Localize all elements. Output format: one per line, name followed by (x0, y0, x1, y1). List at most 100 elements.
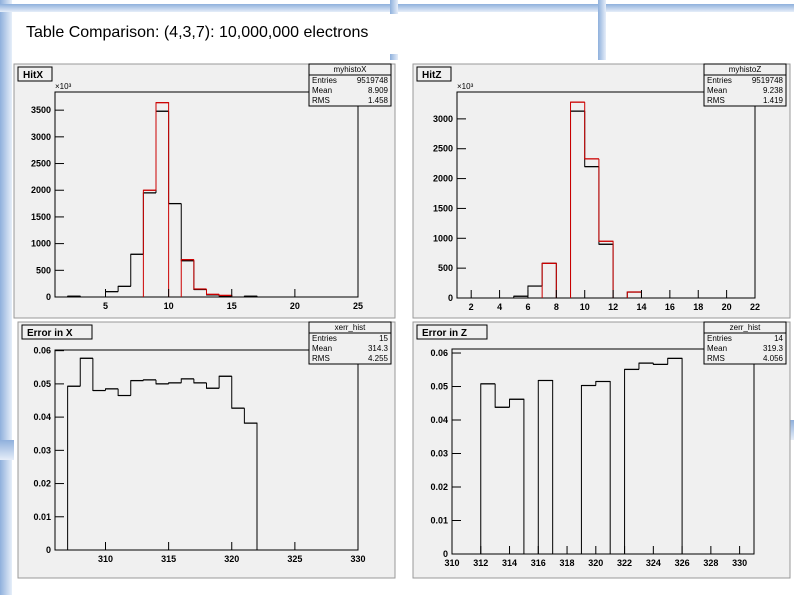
stats-value: 9519748 (357, 76, 389, 85)
x-tick-label: 310 (444, 558, 459, 568)
axis-multiplier: ×10³ (55, 82, 72, 91)
y-tick-label: 0.05 (430, 382, 448, 392)
stats-value: 4.056 (763, 354, 784, 363)
x-tick-label: 324 (646, 558, 661, 568)
histogram-title: Error in Z (422, 328, 467, 339)
y-tick-label: 500 (438, 263, 453, 273)
y-tick-label: 1500 (433, 203, 453, 213)
x-tick-label: 326 (675, 558, 690, 568)
y-tick-label: 2500 (31, 159, 51, 169)
x-tick-label: 20 (722, 302, 732, 312)
x-tick-label: 322 (617, 558, 632, 568)
histogram-title: HitX (23, 70, 43, 81)
stats-value: 314.3 (368, 344, 389, 353)
y-tick-label: 0.03 (33, 445, 51, 455)
axis-multiplier: ×10³ (457, 82, 474, 91)
y-tick-label: 2500 (433, 144, 453, 154)
histogram-panel-0: 5 10 15 20 25 0 500 1000 1500 2000 2500 3000 3500 ×10… (13, 63, 396, 319)
y-tick-label: 3500 (31, 105, 51, 115)
stats-label: Entries (707, 334, 732, 343)
x-tick-label: 2 (469, 302, 474, 312)
histogram-panel-2: 310 315 320 325 330 0 0.01 0.02 0.03 0.04 0.05 0.06… (17, 321, 396, 579)
y-tick-label: 0.06 (33, 346, 51, 356)
stats-label: Entries (312, 334, 337, 343)
y-tick-label: 0 (46, 545, 51, 555)
y-tick-label: 1000 (31, 239, 51, 249)
x-tick-label: 330 (350, 554, 365, 564)
stats-value: 4.255 (368, 354, 389, 363)
x-tick-label: 20 (290, 301, 300, 311)
y-tick-label: 0 (448, 293, 453, 303)
x-tick-label: 25 (353, 301, 363, 311)
x-tick-label: 312 (473, 558, 488, 568)
stats-label: Mean (707, 86, 727, 95)
histogram-title: Error in X (27, 328, 73, 339)
x-tick-label: 16 (665, 302, 675, 312)
plot-frame (456, 91, 756, 299)
histogram-title: HitZ (422, 70, 441, 81)
stats-value: 9519748 (752, 76, 784, 85)
y-tick-label: 0.03 (430, 449, 448, 459)
x-tick-label: 314 (502, 558, 517, 568)
stats-label: RMS (312, 354, 330, 363)
y-tick-label: 0.01 (430, 516, 448, 526)
y-tick-label: 2000 (433, 174, 453, 184)
y-tick-label: 0 (46, 292, 51, 302)
y-tick-label: 0.06 (430, 348, 448, 358)
x-tick-label: 14 (636, 302, 646, 312)
x-tick-label: 320 (588, 558, 603, 568)
stats-value: 1.458 (368, 96, 389, 105)
x-tick-label: 315 (161, 554, 176, 564)
y-tick-label: 0.02 (33, 479, 51, 489)
stats-label: Mean (707, 344, 727, 353)
y-tick-label: 1000 (433, 233, 453, 243)
plot-frame (451, 348, 755, 555)
x-tick-label: 10 (580, 302, 590, 312)
stats-value: 1.419 (763, 96, 784, 105)
stats-label: Mean (312, 86, 332, 95)
stats-name: myhistoX (334, 65, 368, 74)
x-tick-label: 18 (693, 302, 703, 312)
stats-value: 14 (774, 334, 783, 343)
stats-name: myhistoZ (729, 65, 762, 74)
x-tick-label: 325 (287, 554, 302, 564)
stats-label: RMS (707, 96, 725, 105)
x-tick-label: 5 (103, 301, 108, 311)
x-tick-label: 10 (164, 301, 174, 311)
x-tick-label: 8 (554, 302, 559, 312)
y-tick-label: 0.04 (430, 415, 448, 425)
x-tick-label: 320 (224, 554, 239, 564)
plot-frame (54, 349, 359, 551)
stats-label: RMS (707, 354, 725, 363)
stats-value: 319.3 (763, 344, 784, 353)
y-tick-label: 0.02 (430, 482, 448, 492)
stats-value: 15 (379, 334, 388, 343)
y-tick-label: 0.04 (33, 412, 51, 422)
stats-label: RMS (312, 96, 330, 105)
stats-name: zerr_hist (730, 323, 761, 332)
x-tick-label: 316 (531, 558, 546, 568)
y-tick-label: 1500 (31, 212, 51, 222)
slide-canvas: Table Comparison: (4,3,7): 10,000,000 el… (0, 0, 794, 595)
y-tick-label: 0.05 (33, 379, 51, 389)
y-tick-label: 2000 (31, 185, 51, 195)
stats-label: Mean (312, 344, 332, 353)
x-tick-label: 318 (560, 558, 575, 568)
histogram-panel-3: 310 312 314 316 318 320 322 324 326 328 330 0 0.01 0.… (412, 321, 791, 579)
histogram-panel-1: 2 4 6 8 10 12 14 16 18 20 22 0 500 1000 1500 2000 2500 30… (412, 63, 791, 319)
stats-label: Entries (312, 76, 337, 85)
x-tick-label: 328 (703, 558, 718, 568)
x-tick-label: 4 (497, 302, 502, 312)
y-tick-label: 3000 (31, 132, 51, 142)
x-tick-label: 15 (227, 301, 237, 311)
stats-name: xerr_hist (335, 323, 366, 332)
y-tick-label: 500 (36, 265, 51, 275)
stats-value: 8.909 (368, 86, 389, 95)
y-tick-label: 0.01 (33, 512, 51, 522)
y-tick-label: 3000 (433, 114, 453, 124)
x-tick-label: 330 (732, 558, 747, 568)
slide-title: Table Comparison: (4,3,7): 10,000,000 el… (26, 24, 368, 41)
stats-value: 9.238 (763, 86, 784, 95)
x-tick-label: 310 (98, 554, 113, 564)
x-tick-label: 12 (608, 302, 618, 312)
